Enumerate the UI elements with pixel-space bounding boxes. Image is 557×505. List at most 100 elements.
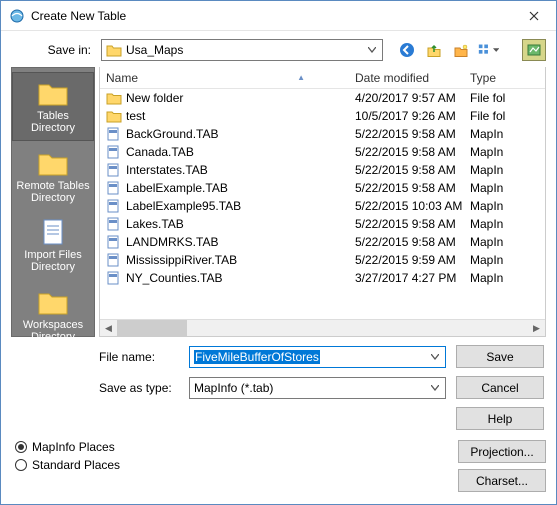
file-name: LabelExample.TAB bbox=[126, 181, 228, 195]
filename-label: File name: bbox=[99, 350, 179, 364]
file-icon bbox=[106, 145, 122, 159]
column-headers[interactable]: Name▲ Date modified Type bbox=[100, 67, 545, 89]
file-icon bbox=[106, 235, 122, 249]
file-name: test bbox=[126, 109, 145, 123]
up-one-level-button[interactable] bbox=[422, 39, 446, 61]
projection-button[interactable]: Projection... bbox=[458, 440, 546, 463]
scroll-thumb[interactable] bbox=[117, 320, 187, 336]
save-in-row: Save in: Usa_Maps bbox=[1, 31, 556, 67]
place-label: Import Files Directory bbox=[14, 249, 92, 273]
file-date: 10/5/2017 9:26 AM bbox=[355, 109, 470, 123]
file-date: 5/22/2015 9:59 AM bbox=[355, 253, 470, 267]
file-name: Lakes.TAB bbox=[126, 217, 184, 231]
file-date: 5/22/2015 9:58 AM bbox=[355, 181, 470, 195]
file-icon bbox=[106, 271, 122, 285]
file-row[interactable]: LabelExample95.TAB5/22/2015 10:03 AMMapI… bbox=[100, 197, 545, 215]
view-menu-button[interactable] bbox=[476, 39, 500, 61]
help-button[interactable]: Help bbox=[456, 407, 544, 430]
file-row[interactable]: Interstates.TAB 5/22/2015 9:58 AMMapIn bbox=[100, 161, 545, 179]
file-list: Name▲ Date modified Type New folder 4/20/… bbox=[99, 67, 546, 337]
folder-icon bbox=[106, 109, 122, 123]
save-button[interactable]: Save bbox=[456, 345, 544, 368]
scroll-left-icon[interactable]: ◀ bbox=[100, 320, 117, 336]
file-icon bbox=[106, 199, 122, 213]
file-name: NY_Counties.TAB bbox=[126, 271, 223, 285]
file-row[interactable]: test10/5/2017 9:26 AMFile fol bbox=[100, 107, 545, 125]
file-date: 5/22/2015 9:58 AM bbox=[355, 217, 470, 231]
file-row[interactable]: NY_Counties.TAB3/27/2017 4:27 PMMapIn bbox=[100, 269, 545, 287]
file-row[interactable]: LANDMRKS.TAB5/22/2015 9:58 AMMapIn bbox=[100, 233, 545, 251]
charset-button[interactable]: Charset... bbox=[458, 469, 546, 492]
chevron-down-icon[interactable] bbox=[427, 378, 443, 398]
column-header-name[interactable]: Name▲ bbox=[100, 71, 355, 85]
radio-icon bbox=[15, 441, 27, 453]
save-as-type-combo[interactable]: MapInfo (*.tab) bbox=[189, 377, 446, 399]
file-type: MapIn bbox=[470, 217, 545, 231]
file-type: MapIn bbox=[470, 145, 545, 159]
savetype-value: MapInfo (*.tab) bbox=[194, 381, 273, 395]
folder-icon bbox=[37, 149, 69, 177]
close-button[interactable] bbox=[511, 1, 556, 30]
back-button[interactable] bbox=[395, 39, 419, 61]
titlebar: Create New Table bbox=[1, 1, 556, 31]
save-in-combo[interactable]: Usa_Maps bbox=[101, 39, 383, 61]
places-bar: Tables Directory Remote Tables Directory… bbox=[11, 67, 95, 337]
file-row[interactable]: Canada.TAB5/22/2015 9:58 AMMapIn bbox=[100, 143, 545, 161]
folder-icon bbox=[106, 91, 122, 105]
chevron-down-icon bbox=[364, 40, 380, 60]
file-icon bbox=[106, 181, 122, 195]
app-icon bbox=[9, 8, 25, 24]
file-date: 4/20/2017 9:57 AM bbox=[355, 91, 470, 105]
cancel-button[interactable]: Cancel bbox=[456, 376, 544, 399]
place-import-files-directory[interactable]: Import Files Directory bbox=[12, 212, 94, 279]
nav-toolbar bbox=[395, 39, 500, 61]
place-label: Remote Tables Directory bbox=[14, 180, 92, 204]
radio-mapinfo-places[interactable]: MapInfo Places bbox=[15, 440, 120, 454]
places-radio-group: MapInfo Places Standard Places bbox=[15, 440, 120, 472]
file-row[interactable]: LabelExample.TAB5/22/2015 9:58 AMMapIn bbox=[100, 179, 545, 197]
file-type: File fol bbox=[470, 91, 545, 105]
file-name: LANDMRKS.TAB bbox=[126, 235, 218, 249]
folder-icon bbox=[37, 288, 69, 316]
file-icon bbox=[106, 217, 122, 231]
file-date: 5/22/2015 9:58 AM bbox=[355, 127, 470, 141]
radio-standard-places[interactable]: Standard Places bbox=[15, 458, 120, 472]
mapinfo-places-icon[interactable] bbox=[522, 39, 546, 61]
file-row[interactable]: Lakes.TAB 5/22/2015 9:58 AMMapIn bbox=[100, 215, 545, 233]
file-date: 5/22/2015 10:03 AM bbox=[355, 199, 470, 213]
file-type: MapIn bbox=[470, 199, 545, 213]
file-row[interactable]: MississippiRiver.TAB 5/22/2015 9:59 AMMap… bbox=[100, 251, 545, 269]
file-name: BackGround.TAB bbox=[126, 127, 218, 141]
place-label: Tables Directory bbox=[15, 110, 91, 134]
document-icon bbox=[37, 218, 69, 246]
file-date: 5/22/2015 9:58 AM bbox=[355, 145, 470, 159]
column-header-date[interactable]: Date modified bbox=[355, 71, 470, 85]
sort-indicator-icon: ▲ bbox=[297, 73, 305, 82]
file-type: MapIn bbox=[470, 235, 545, 249]
file-row[interactable]: New folder 4/20/2017 9:57 AMFile fol bbox=[100, 89, 545, 107]
file-name: MississippiRiver.TAB bbox=[126, 253, 237, 267]
file-type: MapIn bbox=[470, 163, 545, 177]
file-rows: New folder 4/20/2017 9:57 AMFile fol test 1… bbox=[100, 89, 545, 319]
file-type: MapIn bbox=[470, 127, 545, 141]
file-icon bbox=[106, 253, 122, 267]
scroll-right-icon[interactable]: ▶ bbox=[528, 320, 545, 336]
file-type: MapIn bbox=[470, 253, 545, 267]
window-title: Create New Table bbox=[31, 9, 511, 23]
file-row[interactable]: BackGround.TAB 5/22/2015 9:58 AMMapIn bbox=[100, 125, 545, 143]
file-name: New folder bbox=[126, 91, 183, 105]
file-icon bbox=[106, 163, 122, 177]
file-date: 5/22/2015 9:58 AM bbox=[355, 163, 470, 177]
file-name: Interstates.TAB bbox=[126, 163, 208, 177]
place-tables-directory[interactable]: Tables Directory bbox=[12, 72, 94, 141]
file-icon bbox=[106, 127, 122, 141]
new-folder-button[interactable] bbox=[449, 39, 473, 61]
column-header-type[interactable]: Type bbox=[470, 71, 545, 85]
place-remote-tables-directory[interactable]: Remote Tables Directory bbox=[12, 143, 94, 210]
chevron-down-icon[interactable] bbox=[427, 347, 443, 367]
horizontal-scrollbar[interactable]: ◀ ▶ bbox=[100, 319, 545, 336]
folder-icon bbox=[37, 79, 69, 107]
filename-input[interactable]: FiveMileBufferOfStores bbox=[189, 346, 446, 368]
dialog-window: Create New Table Save in: Usa_Maps bbox=[0, 0, 557, 505]
savetype-label: Save as type: bbox=[99, 381, 179, 395]
